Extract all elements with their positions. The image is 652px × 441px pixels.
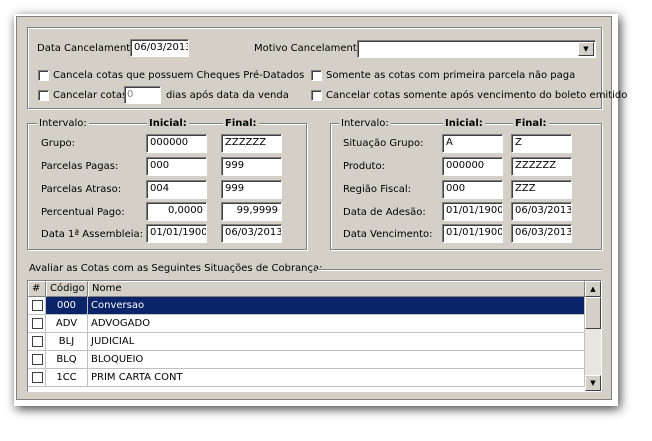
situacao-grupo-label: Situação Grupo: xyxy=(343,138,424,149)
table-row[interactable]: BLQ BLOQUEIO xyxy=(28,351,585,369)
nome-cell: Conversao xyxy=(88,297,585,315)
data-adesao-label: Data de Adesão: xyxy=(343,207,426,218)
produto-label: Produto: xyxy=(343,161,385,172)
primeira-parcela-checkbox[interactable] xyxy=(311,70,322,81)
row-checkbox[interactable] xyxy=(32,372,43,383)
parcelas-pagas-final-input[interactable]: 999 xyxy=(221,157,282,176)
cheques-checkbox[interactable] xyxy=(38,70,49,81)
column-header-nome[interactable]: Nome xyxy=(88,281,585,297)
codigo-cell: BLJ xyxy=(46,333,88,351)
row-select-cell xyxy=(28,369,46,387)
produto-final-input[interactable]: ZZZZZZ xyxy=(511,157,572,176)
arrow-down-icon[interactable]: ▼ xyxy=(585,375,601,391)
parcelas-pagas-inicial-input[interactable]: 000 xyxy=(146,157,207,176)
percentual-pago-final-input[interactable]: 99,9999 xyxy=(221,202,282,221)
row-select-cell xyxy=(28,333,46,351)
vencimento-boleto-label: Cancelar cotas somente após vencimento d… xyxy=(326,90,628,101)
left-final-header: Final: xyxy=(223,118,259,130)
row-select-cell xyxy=(28,351,46,369)
cobranca-grid[interactable]: # Código Nome 000 Conversao ADV ADVOGADO… xyxy=(27,280,602,392)
vencimento-boleto-checkbox[interactable] xyxy=(311,90,322,101)
parcelas-atraso-final-input[interactable]: 999 xyxy=(221,180,282,199)
data-assembleia-final-input[interactable]: 06/03/2013 xyxy=(221,224,282,243)
scrollbar-thumb[interactable] xyxy=(585,297,601,329)
cancelar-dias-checkbox[interactable] xyxy=(38,90,49,101)
percentual-pago-inicial-input[interactable]: 0,0000 xyxy=(146,202,207,221)
nome-cell: BLOQUEIO xyxy=(88,351,585,369)
table-row[interactable]: ADV ADVOGADO xyxy=(28,315,585,333)
situacao-grupo-final-input[interactable]: Z xyxy=(511,134,572,153)
grid-vertical-scrollbar[interactable]: ▲ ▼ xyxy=(585,281,601,391)
grupo-label: Grupo: xyxy=(41,138,76,149)
regiao-fiscal-final-input[interactable]: ZZZ xyxy=(511,180,572,199)
arrow-up-icon[interactable]: ▲ xyxy=(585,281,601,297)
cancelar-cotas-label: Cancelar cotas xyxy=(53,90,128,101)
row-checkbox[interactable] xyxy=(32,354,43,365)
left-interval-title: Intervalo: xyxy=(37,118,89,130)
data-vencimento-final-input[interactable]: 06/03/2013 xyxy=(511,224,572,243)
row-select-cell xyxy=(28,297,46,315)
data-adesao-inicial-input[interactable]: 01/01/1900 xyxy=(442,202,503,221)
codigo-cell: 000 xyxy=(46,297,88,315)
cheques-label: Cancela cotas que possuem Cheques Pré-Da… xyxy=(53,70,305,81)
primeira-parcela-label: Somente as cotas com primeira parcela nã… xyxy=(326,70,576,81)
grupo-final-input[interactable]: ZZZZZZ xyxy=(221,134,282,153)
codigo-cell: ADV xyxy=(46,315,88,333)
nome-cell: ADVOGADO xyxy=(88,315,585,333)
dias-input[interactable]: 0 xyxy=(124,86,161,104)
data-vencimento-label: Data Vencimento: xyxy=(343,229,433,240)
right-interval-title: Intervalo: xyxy=(339,118,391,130)
table-row[interactable]: 000 Conversao xyxy=(28,297,585,315)
nome-cell: JUDICIAL xyxy=(88,333,585,351)
regiao-fiscal-label: Região Fiscal: xyxy=(343,184,411,195)
table-row[interactable]: 1CC PRIM CARTA CONT xyxy=(28,369,585,387)
parcelas-atraso-label: Parcelas Atraso: xyxy=(41,184,122,195)
parcelas-atraso-inicial-input[interactable]: 004 xyxy=(146,180,207,199)
row-checkbox[interactable] xyxy=(32,318,43,329)
motivo-cancelamento-select[interactable]: ▼ xyxy=(357,40,596,58)
row-checkbox[interactable] xyxy=(32,300,43,311)
chevron-down-icon[interactable]: ▼ xyxy=(578,42,594,56)
cancel-quotas-window: Data Cancelamento: 06/03/2013 Motivo Can… xyxy=(16,16,627,400)
table-row[interactable]: BLJ JUDICIAL xyxy=(28,333,585,351)
data-vencimento-inicial-input[interactable]: 01/01/1900 xyxy=(442,224,503,243)
dias-apos-venda-label: dias após data da venda xyxy=(166,90,289,101)
right-inicial-header: Inicial: xyxy=(443,118,485,130)
column-header-codigo[interactable]: Código xyxy=(46,281,88,297)
row-checkbox[interactable] xyxy=(32,336,43,347)
parcelas-pagas-label: Parcelas Pagas: xyxy=(41,161,119,172)
data-assembleia-inicial-input[interactable]: 01/01/1900 xyxy=(146,224,207,243)
data-cancelamento-input[interactable]: 06/03/2013 xyxy=(130,39,189,57)
row-select-cell xyxy=(28,315,46,333)
data-cancelamento-label: Data Cancelamento: xyxy=(37,43,140,54)
data-assembleia-label: Data 1ª Assembleia: xyxy=(41,229,144,240)
codigo-cell: 1CC xyxy=(46,369,88,387)
grupo-inicial-input[interactable]: 000000 xyxy=(146,134,207,153)
codigo-cell: BLQ xyxy=(46,351,88,369)
data-adesao-final-input[interactable]: 06/03/2013 xyxy=(511,202,572,221)
right-final-header: Final: xyxy=(513,118,549,130)
column-header-select[interactable]: # xyxy=(28,281,46,297)
caption-divider xyxy=(317,269,602,271)
regiao-fiscal-inicial-input[interactable]: 000 xyxy=(442,180,503,199)
grid-caption: Avaliar as Cotas com as Seguintes Situaç… xyxy=(29,263,323,274)
left-inicial-header: Inicial: xyxy=(147,118,189,130)
motivo-cancelamento-label: Motivo Cancelamento: xyxy=(254,43,367,54)
nome-cell: PRIM CARTA CONT xyxy=(88,369,585,387)
situacao-grupo-inicial-input[interactable]: A xyxy=(442,134,503,153)
produto-inicial-input[interactable]: 000000 xyxy=(442,157,503,176)
percentual-pago-label: Percentual Pago: xyxy=(41,207,125,218)
